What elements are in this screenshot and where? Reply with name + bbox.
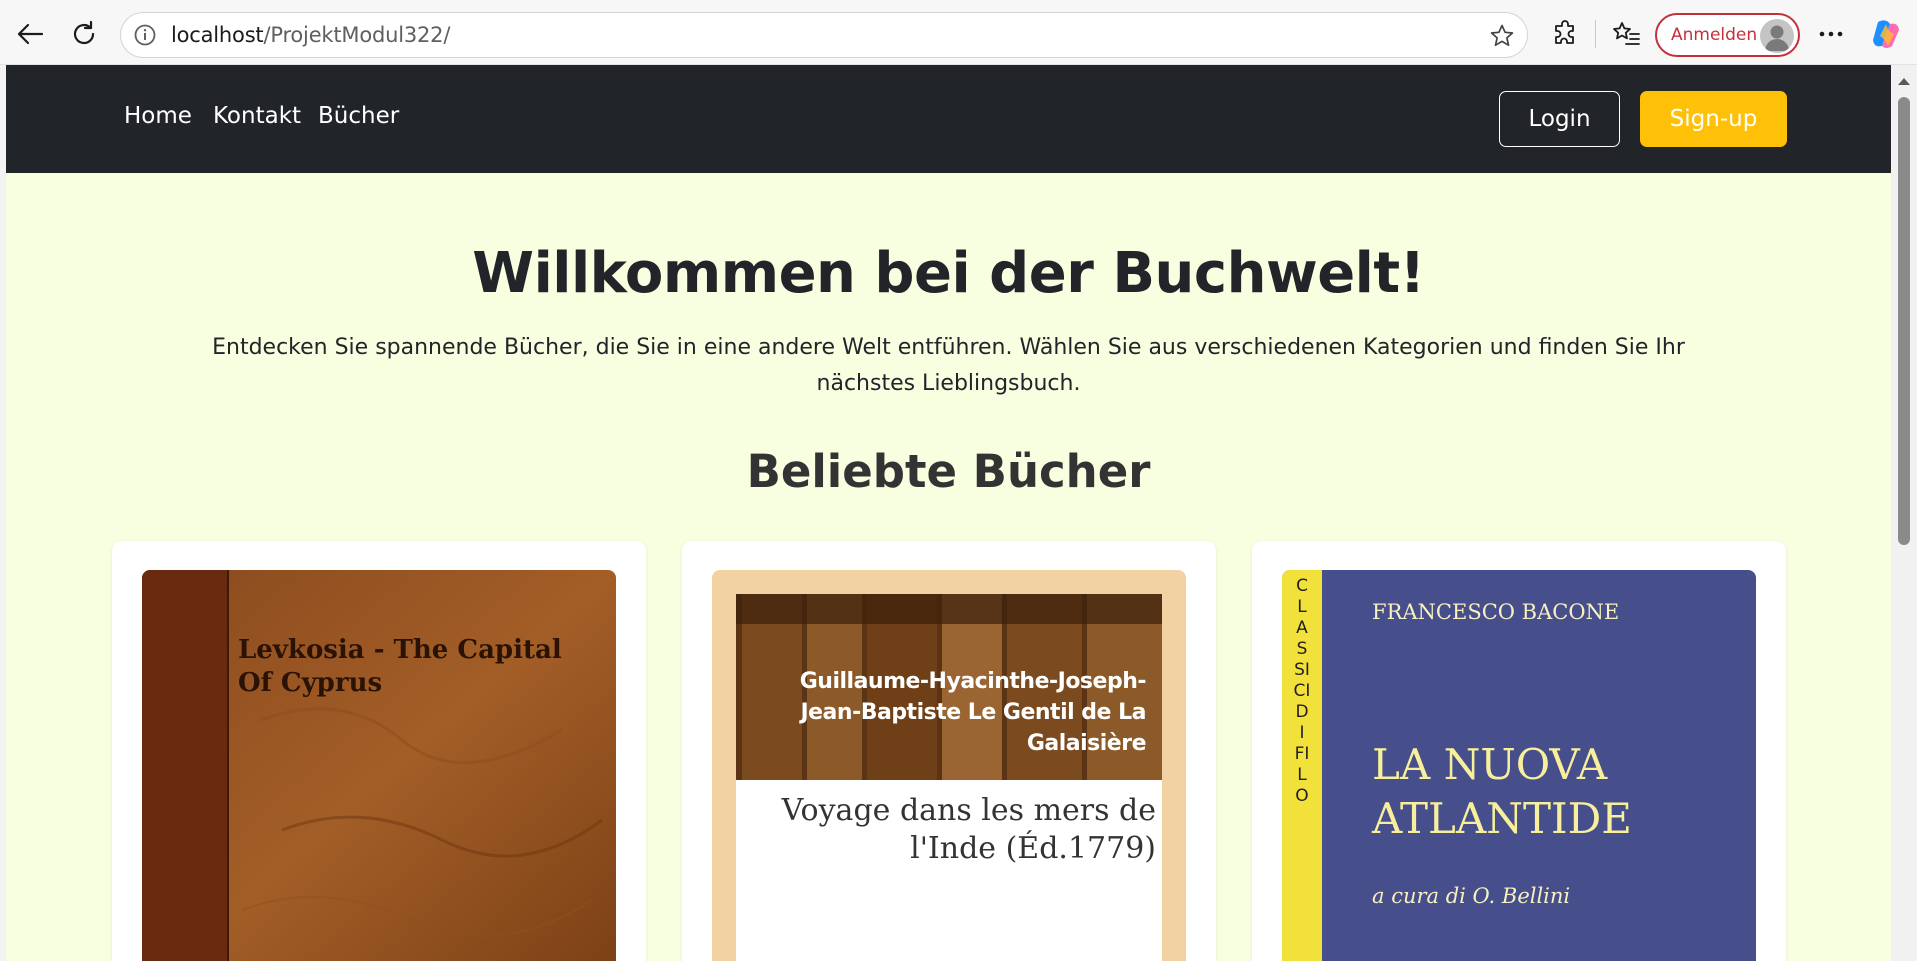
section-title: Beliebte Bücher bbox=[746, 445, 1151, 498]
book-card[interactable]: Levkosia - The Capital Of Cyprus bbox=[112, 541, 646, 961]
reload-icon[interactable] bbox=[64, 14, 104, 54]
cover-title-line: LA NUOVA bbox=[1372, 740, 1608, 789]
nav-link-kontakt[interactable]: Kontakt bbox=[213, 103, 301, 129]
url-host: localhost bbox=[171, 23, 264, 47]
favorite-star-icon[interactable] bbox=[1489, 23, 1515, 53]
url-text[interactable]: localhost/ProjektModul322/ bbox=[171, 23, 450, 47]
url-path: /ProjektModul322/ bbox=[263, 23, 451, 47]
book-cover-image[interactable]: Guillaume-Hyacinthe-Joseph- Jean-Baptist… bbox=[712, 570, 1186, 961]
site-info-icon[interactable] bbox=[133, 23, 157, 51]
page-scrollbar[interactable] bbox=[1891, 65, 1917, 961]
favorites-list-icon[interactable] bbox=[1606, 14, 1646, 54]
nav-link-buecher[interactable]: Bücher bbox=[318, 103, 399, 129]
nav-link-home[interactable]: Home bbox=[124, 103, 192, 129]
avatar bbox=[1760, 19, 1794, 53]
cover-author-line: Jean-Baptiste Le Gentil de La bbox=[800, 700, 1146, 725]
copilot-icon[interactable] bbox=[1866, 14, 1906, 54]
book-card[interactable]: Guillaume-Hyacinthe-Joseph- Jean-Baptist… bbox=[682, 541, 1216, 961]
cover-author: FRANCESCO BACONE bbox=[1372, 600, 1620, 624]
signin-button[interactable]: Anmelden bbox=[1655, 13, 1800, 57]
cover-title-line: Levkosia - The Capital bbox=[238, 635, 562, 665]
book-cover-image[interactable]: CLASSICI DI FILO FRANCESCO BACONE LA NUO… bbox=[1282, 570, 1756, 961]
cover-editor: a cura di O. Bellini bbox=[1372, 884, 1571, 908]
signup-button[interactable]: Sign-up bbox=[1640, 91, 1787, 147]
extensions-icon[interactable] bbox=[1545, 14, 1585, 54]
hero-text: Entdecken Sie spannende Bücher, die Sie … bbox=[212, 335, 1685, 396]
cover-title-line: Of Cyprus bbox=[238, 668, 383, 698]
scroll-up-arrow-icon[interactable] bbox=[1891, 71, 1917, 91]
page-content: Home Kontakt Bücher Login Sign-up Willko… bbox=[6, 65, 1891, 961]
cover-title-line: ATLANTIDE bbox=[1372, 794, 1632, 843]
signin-label: Anmelden bbox=[1671, 25, 1758, 45]
cover-title: Voyage dans les mers de l'Inde (Éd.1779) bbox=[782, 792, 1156, 868]
cover-author-line: Guillaume-Hyacinthe-Joseph- bbox=[799, 669, 1147, 694]
toolbar-divider bbox=[1595, 20, 1596, 48]
scrollbar-thumb[interactable] bbox=[1898, 97, 1910, 545]
more-options-icon[interactable] bbox=[1811, 14, 1851, 54]
site-navbar: Home Kontakt Bücher Login Sign-up bbox=[6, 65, 1891, 173]
cover-title-line: Voyage dans les mers de bbox=[781, 793, 1156, 828]
cover-spine-text: CLASSICI DI FILO bbox=[1293, 576, 1311, 806]
cover-title-line: l'Inde (Éd.1779) bbox=[910, 831, 1156, 866]
cover-title: LA NUOVA ATLANTIDE bbox=[1372, 738, 1632, 846]
hero-title: Willkommen bei der Buchwelt! bbox=[472, 241, 1425, 306]
browser-toolbar: localhost/ProjektModul322/ Anmelden bbox=[0, 0, 1917, 65]
login-button[interactable]: Login bbox=[1499, 91, 1620, 147]
cover-author: Guillaume-Hyacinthe-Joseph- Jean-Baptist… bbox=[799, 666, 1147, 759]
book-card[interactable]: CLASSICI DI FILO FRANCESCO BACONE LA NUO… bbox=[1252, 541, 1786, 961]
cover-author-line: Galaisière bbox=[1026, 731, 1147, 756]
address-bar[interactable]: localhost/ProjektModul322/ bbox=[120, 12, 1528, 58]
cover-title: Levkosia - The Capital Of Cyprus bbox=[238, 634, 562, 700]
back-arrow-icon[interactable] bbox=[10, 14, 50, 54]
book-cover-image[interactable]: Levkosia - The Capital Of Cyprus bbox=[142, 570, 616, 961]
